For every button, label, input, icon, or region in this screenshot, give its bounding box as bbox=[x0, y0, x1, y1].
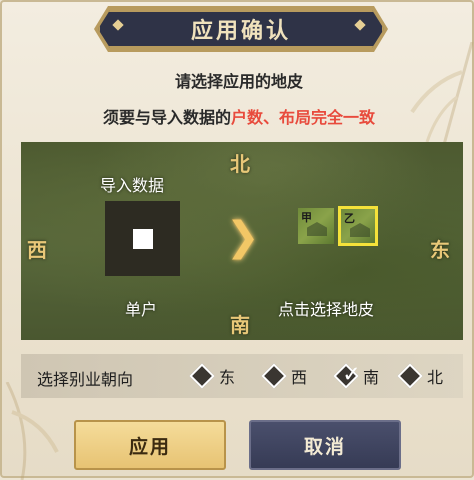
direction-south: 南 bbox=[230, 313, 250, 337]
skin-tag: 甲 bbox=[301, 211, 312, 224]
orientation-option-north[interactable]: 北 bbox=[397, 363, 444, 389]
direction-west: 西 bbox=[27, 238, 47, 262]
title-bar: 应用确认 bbox=[98, 10, 384, 48]
notice-highlight: 户数、布局完全一致 bbox=[231, 108, 376, 127]
layout-cell-icon bbox=[133, 229, 153, 249]
orientation-selector: 选择别业朝向 东 西 ✓ 南 北 bbox=[21, 354, 463, 398]
orientation-label: 选择别业朝向 bbox=[37, 370, 134, 389]
import-data-label: 导入数据 bbox=[100, 176, 165, 195]
dialog-title: 应用确认 bbox=[190, 19, 291, 44]
layout-preview bbox=[105, 201, 180, 276]
diamond-checkbox-checked-icon[interactable]: ✓ bbox=[333, 362, 361, 389]
direction-north: 北 bbox=[230, 152, 250, 176]
cancel-button[interactable]: 取消 bbox=[249, 420, 401, 470]
option-label: 南 bbox=[363, 368, 380, 387]
select-plot-label[interactable]: 点击选择地皮 bbox=[278, 296, 374, 320]
apply-button[interactable]: 应用 bbox=[74, 420, 226, 470]
skin-tile-jia[interactable]: 甲 bbox=[298, 208, 334, 244]
bamboo-decoration-top-right bbox=[410, 42, 474, 152]
notice-prefix: 须要与导入数据的 bbox=[102, 108, 231, 127]
diamond-checkbox-icon[interactable] bbox=[261, 363, 287, 389]
direction-east: 东 bbox=[430, 238, 450, 262]
diamond-checkbox-icon[interactable] bbox=[189, 363, 215, 389]
option-label: 东 bbox=[219, 368, 236, 387]
skin-tag: 乙 bbox=[344, 212, 355, 225]
orientation-option-east[interactable]: 东 bbox=[189, 363, 236, 389]
layout-label: 单户 bbox=[125, 300, 158, 319]
arrow-right-icon: ❯ bbox=[226, 214, 260, 260]
orientation-option-west[interactable]: 西 bbox=[261, 363, 308, 389]
dialog-subtitle: 请选择应用的地皮 bbox=[174, 72, 303, 91]
orientation-option-south[interactable]: ✓ 南 bbox=[333, 363, 380, 389]
option-label: 北 bbox=[427, 368, 444, 387]
dialog-notice: 须要与导入数据的户数、布局完全一致 bbox=[2, 104, 474, 128]
option-label: 西 bbox=[291, 368, 308, 387]
checkmark-icon: ✓ bbox=[342, 362, 361, 388]
skin-tile-yi[interactable]: 乙 bbox=[338, 206, 378, 246]
apply-confirm-dialog: 应用确认 请选择应用的地皮 须要与导入数据的户数、布局完全一致 北 南 西 东 … bbox=[0, 0, 474, 480]
diamond-checkbox-icon[interactable] bbox=[397, 363, 423, 389]
